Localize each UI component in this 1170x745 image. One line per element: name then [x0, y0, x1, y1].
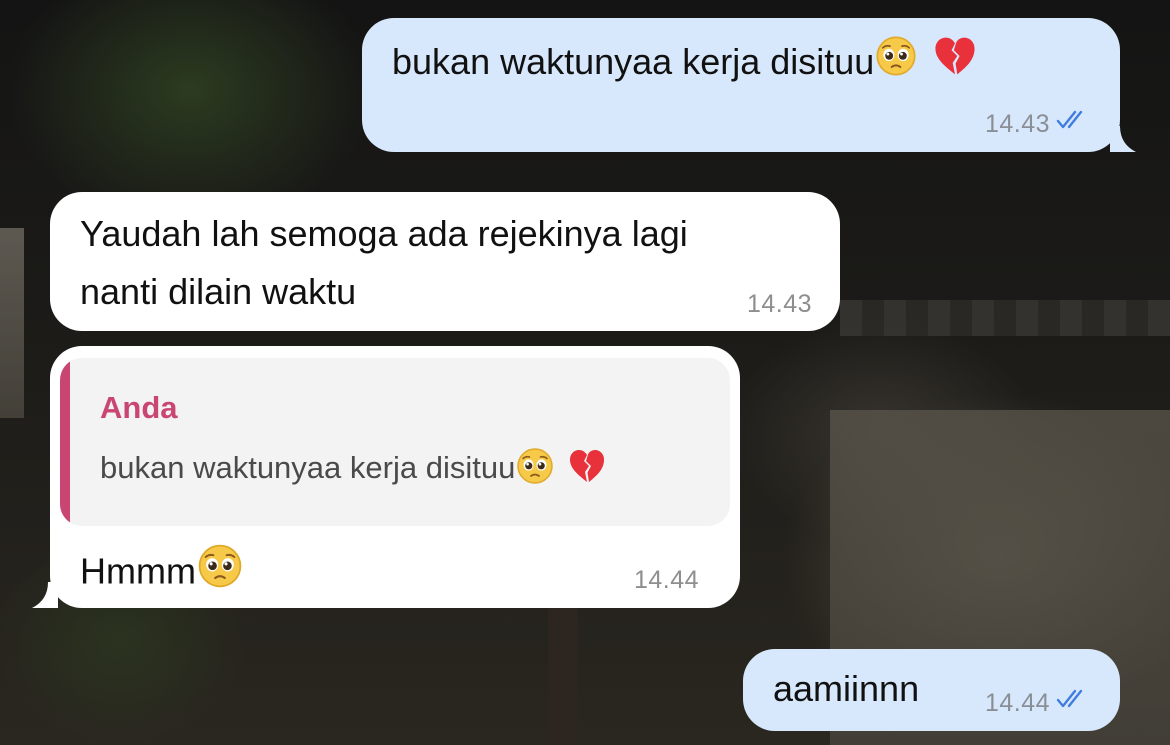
- background-roof: [840, 300, 1170, 336]
- quote-accent-bar: [60, 358, 70, 526]
- read-receipt-icon: [1056, 688, 1090, 717]
- message-text-line: Yaudah lah semoga ada rejekinya lagi: [80, 213, 688, 254]
- background-pole: [548, 600, 578, 745]
- message-bubble-incoming[interactable]: Yaudah lah semoga ada rejekinya lagi nan…: [50, 192, 840, 331]
- bubble-tail-outgoing: [1110, 126, 1136, 152]
- message-text: bukan waktunyaa kerja disituu: [392, 34, 978, 94]
- message-text-line: nanti dilain waktu: [80, 271, 357, 312]
- background-sign: [0, 228, 24, 418]
- message-time: 14.43: [746, 290, 812, 318]
- bubble-tail-incoming: [32, 582, 58, 608]
- broken-heart-emoji: [932, 34, 978, 94]
- chat-window: bukan waktunyaa kerja disituu 14.43 Yaud…: [0, 0, 1170, 745]
- message-meta: 14.43: [985, 110, 1090, 139]
- message-bubble-outgoing[interactable]: bukan waktunyaa kerja disituu 14.43: [362, 18, 1120, 152]
- message-time: 14.43: [984, 110, 1050, 138]
- message-meta: 14.44: [985, 689, 1090, 718]
- pleading-face-emoji: [515, 446, 555, 494]
- message-time: 14.44: [984, 689, 1050, 717]
- read-receipt-icon: [1056, 109, 1090, 138]
- broken-heart-emoji: [567, 447, 607, 493]
- quote-author: Anda: [100, 390, 178, 425]
- message-text: aamiinnn: [773, 668, 920, 709]
- quote-text: bukan waktunyaa kerja disituu: [100, 446, 607, 494]
- message-time: 14.44: [634, 566, 700, 594]
- pleading-face-emoji: [196, 542, 244, 606]
- message-bubble-outgoing[interactable]: aamiinnn 14.44: [743, 649, 1120, 731]
- message-text: Hmmm: [80, 542, 244, 606]
- reply-quote[interactable]: Anda bukan waktunyaa kerja disituu: [60, 358, 730, 526]
- pleading-face-emoji: [874, 34, 918, 94]
